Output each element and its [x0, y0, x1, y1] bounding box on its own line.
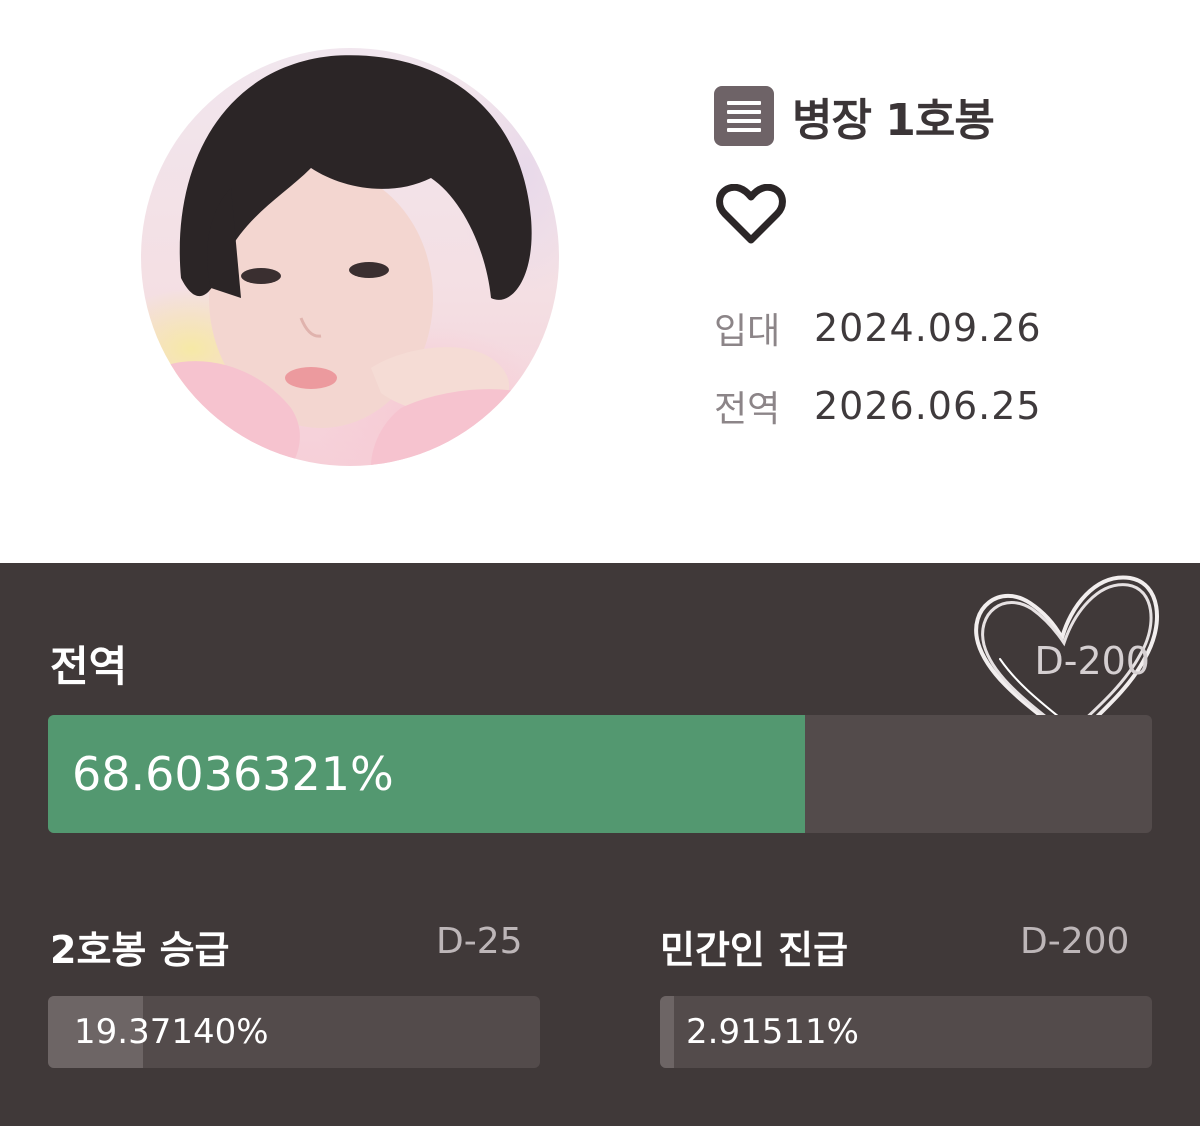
- discharge-label: 전역: [714, 389, 781, 430]
- discharge-date: 2026.06.25: [814, 384, 1042, 428]
- avatar-illustration: [141, 55, 559, 466]
- list-menu-icon[interactable]: [714, 86, 774, 146]
- discharge-progress-bar: 68.6036321%: [48, 715, 1152, 833]
- civilian-progress-fill: [660, 996, 675, 1068]
- profile-avatar[interactable]: [141, 48, 559, 466]
- civilian-progress-label: 민간인 진급: [660, 928, 849, 972]
- pay-grade-progress-label: 2호봉 승급: [50, 928, 230, 972]
- enlist-label: 입대: [714, 311, 781, 352]
- civilian-progress-percent: 2.91511%: [686, 1012, 859, 1052]
- discharge-date-row: 전역 2026.06.25: [714, 380, 1042, 432]
- enlist-date: 2024.09.26: [814, 306, 1042, 350]
- pay-grade-dday: D-25: [436, 921, 523, 962]
- rank-row: 병장 1호봉: [714, 86, 995, 146]
- main-progress-label: 전역: [50, 642, 128, 691]
- progress-card: 전역 D-200 68.6036321% 2호봉 승급 D-25 19.3714…: [0, 563, 1200, 1126]
- main-dday: D-200: [1034, 639, 1150, 683]
- pay-grade-progress-bar: 19.37140%: [48, 996, 540, 1068]
- heart-outline-icon[interactable]: [716, 184, 786, 246]
- discharge-progress-percent: 68.6036321%: [72, 747, 394, 801]
- rank-title: 병장 1호봉: [792, 95, 995, 146]
- profile-section: 병장 1호봉 입대 2024.09.26 전역 2026.06.25: [0, 0, 1200, 563]
- pay-grade-progress-percent: 19.37140%: [74, 1012, 269, 1052]
- civilian-progress-bar: 2.91511%: [660, 996, 1152, 1068]
- civilian-dday: D-200: [1020, 921, 1130, 962]
- enlist-date-row: 입대 2024.09.26: [714, 302, 1042, 354]
